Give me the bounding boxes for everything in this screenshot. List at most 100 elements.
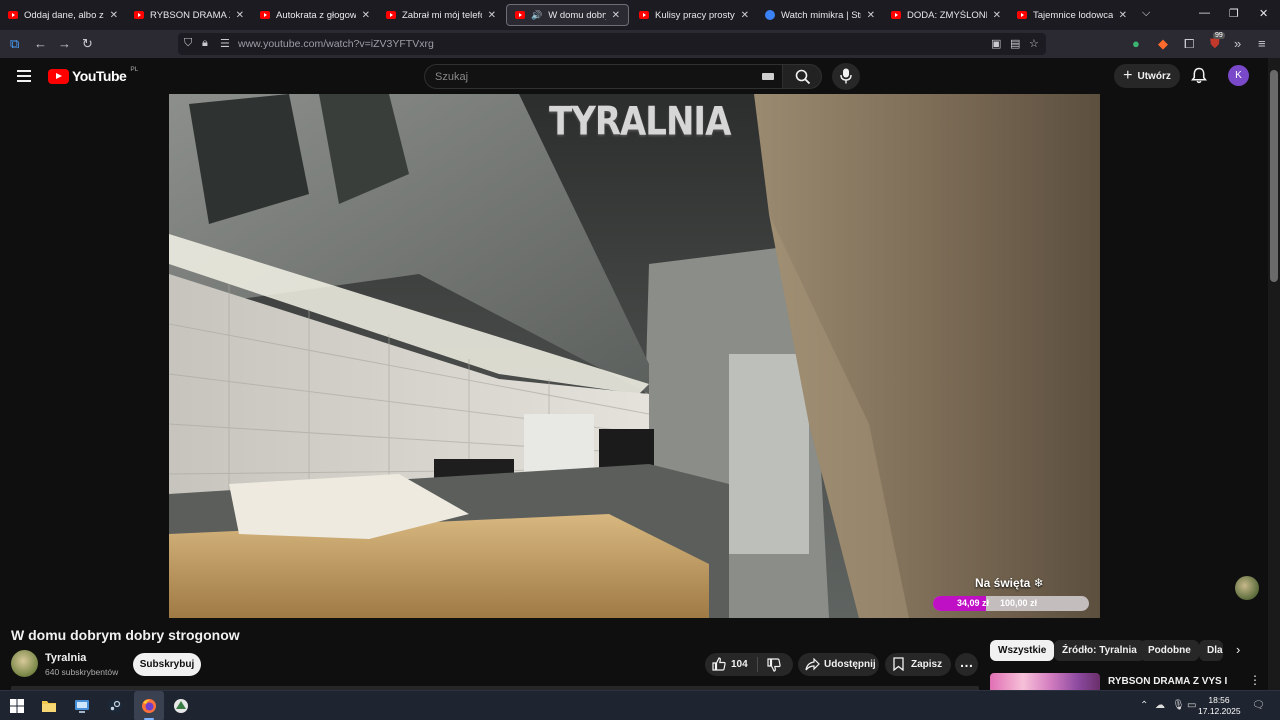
forward-icon[interactable]: → xyxy=(58,36,71,52)
browser-tab[interactable]: Oddaj dane, albo zabiera ✕ xyxy=(0,4,126,26)
tab-label: Tajemnice lodowca - You xyxy=(1033,9,1113,21)
notifications-icon[interactable]: 🗨︎ xyxy=(1252,700,1265,711)
restore-icon[interactable]: ❐ xyxy=(1229,7,1239,20)
windows-start-icon[interactable] xyxy=(9,698,25,714)
microphone-tray-icon[interactable]: 🎙︎ xyxy=(1172,700,1185,711)
close-tab-icon[interactable]: ✕ xyxy=(110,10,118,21)
browser-tab[interactable]: Kulisy pracy prostytutki. ✕ xyxy=(631,4,757,26)
subscriber-count: 640 subskrybentów xyxy=(45,667,119,677)
overflow-chevron-icon[interactable]: » xyxy=(1234,36,1241,52)
chip-source-channel[interactable]: Źródło: Tyralnia xyxy=(1054,640,1145,661)
page-scrollbar[interactable] xyxy=(1268,58,1280,690)
permissions-icon[interactable]: ☰ xyxy=(220,37,230,50)
picture-in-picture-icon[interactable]: ▣ xyxy=(991,37,1001,50)
donation-goal-title: Na święta ❄ xyxy=(975,576,1044,590)
tray-overflow-chevron-icon[interactable]: ⌃ xyxy=(1140,700,1148,711)
menu-icon[interactable] xyxy=(17,70,31,82)
extensions-puzzle-icon[interactable]: ⧠ xyxy=(1184,36,1194,52)
extension-icon[interactable]: ◆ xyxy=(1158,36,1168,52)
close-tab-icon[interactable]: ✕ xyxy=(993,10,1001,21)
channel-avatar[interactable] xyxy=(11,650,38,677)
back-icon[interactable]: ← xyxy=(34,36,47,52)
channel-name[interactable]: Tyralnia xyxy=(45,652,86,664)
youtube-favicon-icon xyxy=(639,11,649,19)
logo-text: YouTube xyxy=(72,68,127,84)
taskbar-clock[interactable]: 18:56 17.12.2025 xyxy=(1198,695,1241,717)
voice-search-button[interactable] xyxy=(832,63,860,90)
reload-icon[interactable]: ↻ xyxy=(82,36,93,52)
channel-watermark: TYRALNIA xyxy=(549,99,731,145)
speaker-icon[interactable]: 🔊 xyxy=(531,10,542,21)
app-menu-icon[interactable]: ≡ xyxy=(1258,36,1266,52)
more-actions-button[interactable]: … xyxy=(955,653,978,676)
app-icon[interactable] xyxy=(173,698,189,714)
clock-time: 18:56 xyxy=(1208,695,1230,705)
close-window-icon[interactable]: ✕ xyxy=(1259,7,1268,20)
search-button[interactable] xyxy=(782,64,822,89)
like-count: 104 xyxy=(731,659,748,670)
share-label: Udostępnij xyxy=(824,659,876,670)
browser-tab[interactable]: Watch mimikra | Stre ✕ xyxy=(757,4,883,26)
steam-icon[interactable] xyxy=(107,698,123,714)
close-tab-icon[interactable]: ✕ xyxy=(741,10,749,21)
chip-similar[interactable]: Podobne xyxy=(1140,640,1199,661)
floating-avatar[interactable] xyxy=(1235,576,1259,600)
browser-tab[interactable]: DODA: ZMYŚLONE ŻYCIE ✕ xyxy=(883,4,1009,26)
chip-all[interactable]: Wszystkie xyxy=(990,640,1055,661)
subscribe-button[interactable]: Subskrybuj xyxy=(133,653,201,676)
like-button[interactable]: 104 xyxy=(705,653,757,676)
chips-next-chevron-icon[interactable]: › xyxy=(1236,642,1240,657)
network-icon[interactable]: ▭ xyxy=(1187,700,1196,711)
browser-tab[interactable]: Autokrata z głogowskiej ✕ xyxy=(252,4,378,26)
url-text[interactable]: www.youtube.com/watch?v=iZV3YFTVxrg xyxy=(238,38,434,50)
keyboard-icon[interactable] xyxy=(762,73,774,80)
recommendation-thumbnail[interactable] xyxy=(990,673,1100,691)
save-button[interactable]: Zapisz xyxy=(885,653,951,676)
create-label: Utwórz xyxy=(1137,70,1171,82)
youtube-favicon-icon xyxy=(386,11,396,19)
sidebar-toggle-icon[interactable]: ⧉ xyxy=(10,36,19,52)
address-bar[interactable]: ⛉ 🔒︎ ☰ www.youtube.com/watch?v=iZV3YFTVx… xyxy=(178,33,1046,55)
lock-icon[interactable]: 🔒︎ xyxy=(202,37,208,50)
video-frame-kitchen xyxy=(169,94,1100,618)
region-code: PL xyxy=(130,65,139,73)
file-explorer-icon[interactable] xyxy=(41,698,57,714)
tab-label: RYBSON DRAMA Z VYS I xyxy=(150,9,230,21)
donation-goal: 100,00 zł xyxy=(1000,598,1038,608)
vpn-extension-icon[interactable]: ● xyxy=(1132,36,1140,52)
shield-icon[interactable]: ⛉ xyxy=(184,37,192,50)
minimize-icon[interactable]: — xyxy=(1199,7,1210,19)
control-panel-icon[interactable] xyxy=(74,698,90,714)
close-tab-icon[interactable]: ✕ xyxy=(1119,10,1127,21)
recommendation-menu-icon[interactable]: ⋮ xyxy=(1249,673,1261,687)
close-tab-icon[interactable]: ✕ xyxy=(867,10,875,21)
account-avatar[interactable]: K xyxy=(1228,65,1249,86)
close-tab-icon[interactable]: ✕ xyxy=(362,10,370,21)
browser-tab-active[interactable]: 🔊 W domu dobrym do ✕ xyxy=(506,4,629,26)
thumbs-down-icon[interactable] xyxy=(767,658,781,672)
close-tab-icon[interactable]: ✕ xyxy=(236,10,244,21)
close-tab-icon[interactable]: ✕ xyxy=(612,10,620,21)
reader-view-icon[interactable]: ▤ xyxy=(1010,37,1020,50)
browser-tab[interactable]: RYBSON DRAMA Z VYS I ✕ xyxy=(126,4,252,26)
youtube-logo[interactable]: YouTube PL xyxy=(48,65,139,84)
video-player[interactable]: TYRALNIA Na święta ❄ 34,09 zł 100,00 zł xyxy=(169,94,1100,618)
create-button[interactable]: + Utwórz xyxy=(1114,64,1180,88)
notifications-bell-icon[interactable] xyxy=(1191,67,1207,84)
globe-favicon-icon xyxy=(765,10,775,20)
bookmark-icon xyxy=(893,657,904,671)
tab-list-chevron-icon[interactable]: ⌵ xyxy=(1142,7,1150,20)
close-tab-icon[interactable]: ✕ xyxy=(488,10,496,21)
firefox-icon[interactable] xyxy=(141,698,157,714)
onedrive-icon[interactable]: ☁ xyxy=(1155,700,1165,711)
search-input[interactable]: Szukaj xyxy=(424,64,784,89)
search-placeholder: Szukaj xyxy=(435,71,469,83)
browser-tab[interactable]: Zabrał mi mój telefon w ✕ xyxy=(378,4,504,26)
scrollbar-thumb[interactable] xyxy=(1270,70,1278,282)
tab-label: DODA: ZMYŚLONE ŻYCIE xyxy=(907,9,987,21)
bookmark-star-icon[interactable]: ☆ xyxy=(1029,37,1039,50)
youtube-header: YouTube PL Szukaj + Utwórz K xyxy=(0,58,1268,94)
chip-for-you[interactable]: Dla xyxy=(1199,640,1223,661)
share-button[interactable]: Udostępnij xyxy=(798,653,879,676)
browser-tab[interactable]: Tajemnice lodowca - You ✕ xyxy=(1009,4,1135,26)
